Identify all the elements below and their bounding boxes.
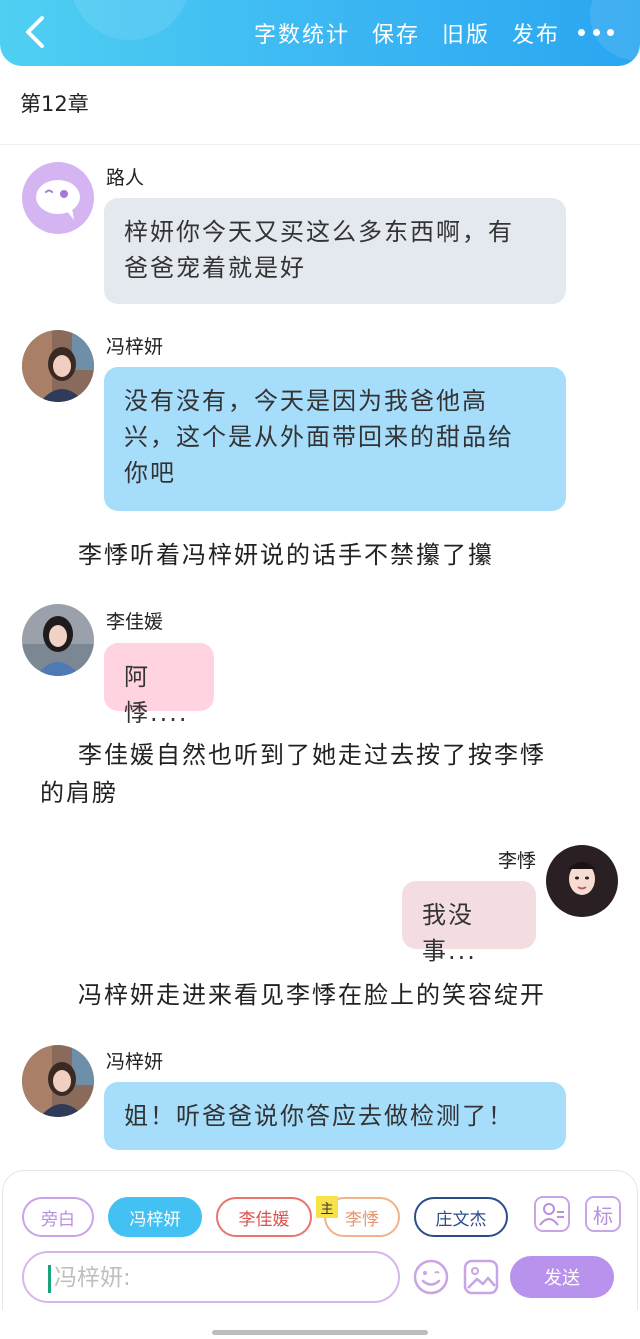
- narration-text[interactable]: 冯梓妍走进来看见李悸在脸上的笑容绽开: [78, 976, 546, 1014]
- tag-label: 标: [593, 1203, 613, 1228]
- message-line: 我没事...: [422, 901, 477, 965]
- avatar-passerby[interactable]: [22, 162, 94, 234]
- avatar-photo: [22, 330, 94, 402]
- chevron-left-icon: [26, 16, 44, 48]
- sender-name: 李佳媛: [106, 611, 164, 633]
- image-icon: [463, 1259, 499, 1295]
- role-manage-button[interactable]: [534, 1196, 570, 1232]
- role-chip-li-jiayuan[interactable]: 李佳媛: [216, 1197, 312, 1237]
- message-bubble[interactable]: 没有没有，今天是因为我爸他高 兴，这个是从外面带回来的甜品给 你吧: [104, 367, 566, 511]
- header-decoration: [70, 0, 190, 40]
- message-input[interactable]: [54, 1261, 384, 1295]
- message-bubble[interactable]: 我没事...: [402, 881, 536, 965]
- message-bubble[interactable]: 梓妍你今天又买这么多东西啊，有 爸爸宠着就是好: [104, 198, 566, 304]
- more-icon[interactable]: [578, 22, 614, 42]
- narration-line: 李佳媛自然也听到了她走过去按了按李悸: [78, 741, 546, 769]
- main-role-badge: 主: [316, 1196, 338, 1218]
- back-button[interactable]: [20, 14, 52, 50]
- message-line: 阿悸....: [124, 663, 189, 727]
- role-chip-feng-ziyan[interactable]: 冯梓妍: [108, 1197, 202, 1237]
- sender-name: 李悸: [497, 850, 536, 872]
- old-version-button[interactable]: 旧版: [442, 17, 490, 49]
- composer-input-box[interactable]: [22, 1251, 400, 1303]
- message-line: 兴，这个是从外面带回来的甜品给: [124, 423, 514, 451]
- message-bubble[interactable]: 阿悸....: [104, 643, 214, 727]
- role-chip-narrator[interactable]: 旁白: [22, 1197, 94, 1237]
- message-line: 爸爸宠着就是好: [124, 254, 306, 282]
- image-button[interactable]: [462, 1258, 500, 1296]
- chat-bubble-icon: [36, 180, 80, 220]
- send-button[interactable]: 发送: [510, 1256, 614, 1298]
- message-line: 姐！听爸爸说你答应去做检测了！: [124, 1102, 514, 1130]
- avatar-feng-ziyan[interactable]: [22, 1045, 94, 1117]
- narration-text[interactable]: 李佳媛自然也听到了她走过去按了按李悸 的肩膀: [40, 736, 600, 812]
- text-caret: [48, 1265, 51, 1293]
- sender-name: 路人: [106, 167, 145, 189]
- avatar-photo: [22, 1045, 94, 1117]
- user-list-icon: [539, 1203, 564, 1226]
- avatar-photo: [22, 604, 94, 676]
- save-button[interactable]: 保存: [372, 17, 420, 49]
- emoji-icon: [413, 1259, 449, 1295]
- sender-name: 冯梓妍: [106, 1051, 164, 1073]
- narration-text[interactable]: 李悸听着冯梓妍说的话手不禁攥了攥: [78, 536, 494, 574]
- message-line: 梓妍你今天又买这么多东西啊，有: [124, 218, 514, 246]
- avatar-photo: [546, 845, 618, 917]
- home-indicator: [212, 1330, 428, 1335]
- message-line: 你吧: [124, 459, 176, 487]
- avatar-li-jiayuan[interactable]: [22, 604, 94, 676]
- emoji-button[interactable]: [412, 1258, 450, 1296]
- avatar-feng-ziyan[interactable]: [22, 330, 94, 402]
- sender-name: 冯梓妍: [106, 336, 164, 358]
- role-chip-zhuang-wenjie[interactable]: 庄文杰: [414, 1197, 508, 1237]
- publish-button[interactable]: 发布: [512, 17, 560, 49]
- chapter-title[interactable]: 第12章: [20, 88, 89, 118]
- header-actions: 字数统计 保存 旧版 发布: [254, 0, 560, 66]
- message-bubble[interactable]: 姐！听爸爸说你答应去做检测了！: [104, 1082, 566, 1150]
- tag-button[interactable]: 标: [585, 1196, 621, 1232]
- message-line: 没有没有，今天是因为我爸他高: [124, 387, 488, 415]
- avatar-li-ji[interactable]: [546, 845, 618, 917]
- narration-line: 的肩膀: [40, 779, 118, 807]
- divider: [0, 144, 640, 145]
- top-bar: 字数统计 保存 旧版 发布: [0, 0, 640, 66]
- word-count-button[interactable]: 字数统计: [254, 17, 350, 49]
